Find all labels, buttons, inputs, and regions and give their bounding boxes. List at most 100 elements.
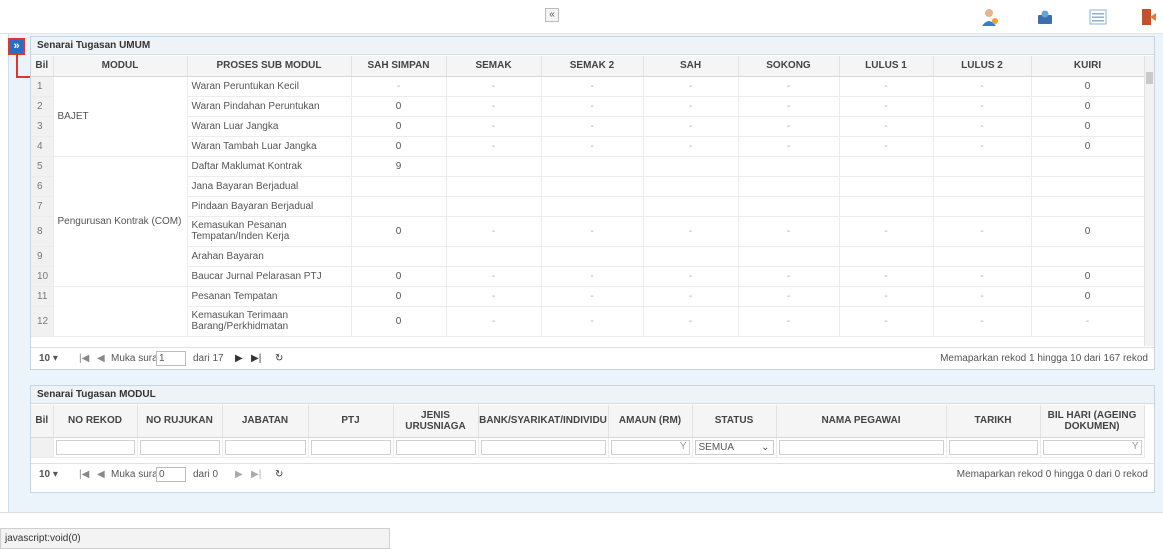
table-row[interactable]: 8 Kemasukan Pesanan Tempatan/Inden Kerja 0… xyxy=(31,216,1144,247)
table-row[interactable]: 9 Arahan Bayaran xyxy=(31,246,1144,267)
table-row[interactable]: 7 Pindaan Bayaran Berjadual xyxy=(31,196,1144,217)
col-header[interactable]: SAH SIMPAN xyxy=(351,56,447,77)
count-cell[interactable]: 0 xyxy=(351,266,447,287)
count-cell[interactable]: 0 xyxy=(351,286,447,307)
col-header[interactable]: NO REKOD xyxy=(53,405,138,438)
proses-cell[interactable]: Pesanan Tempatan xyxy=(187,286,352,307)
count-cell: - xyxy=(446,76,542,97)
col-header[interactable]: PTJ xyxy=(308,405,394,438)
col-header[interactable]: LULUS 2 xyxy=(933,56,1032,77)
count-cell[interactable]: 0 xyxy=(351,306,447,337)
filter-icon[interactable]: Y xyxy=(1132,441,1139,452)
table-row[interactable]: 1 BAJET Waran Peruntukan Kecil - - - - - - -0 xyxy=(31,76,1144,157)
col-header[interactable]: MODUL xyxy=(53,56,188,77)
proses-cell[interactable]: Waran Pindahan Peruntukan xyxy=(187,96,352,117)
table-row[interactable]: 2 Waran Pindahan Peruntukan 0- - - - - -0 xyxy=(31,96,1144,117)
col-header[interactable]: NAMA PEGAWAI xyxy=(776,405,947,438)
filter-jenis-urusniaga[interactable] xyxy=(395,439,476,455)
col-header[interactable]: SAH xyxy=(643,56,739,77)
page-size-select[interactable]: 10 ▾ xyxy=(39,353,58,364)
col-header[interactable]: SEMAK 2 xyxy=(541,56,644,77)
col-header[interactable]: KUIRI xyxy=(1031,56,1144,77)
count-cell[interactable]: 0 xyxy=(351,96,447,117)
table-row[interactable]: 6 Jana Bayaran Berjadual xyxy=(31,176,1144,197)
table-row[interactable]: 4 Waran Tambah Luar Jangka 0- - - - - -0 xyxy=(31,136,1144,157)
col-header[interactable]: BIL HARI (AGEING DOKUMEN) xyxy=(1040,405,1145,438)
scroll-thumb[interactable] xyxy=(1146,72,1153,84)
first-page-icon[interactable]: |◀ xyxy=(79,353,89,364)
proses-cell[interactable]: Pindaan Bayaran Berjadual xyxy=(187,196,352,217)
next-page-icon[interactable]: ▶ xyxy=(235,469,243,480)
count-cell[interactable]: 0 xyxy=(1031,286,1144,307)
filter-tarikh[interactable] xyxy=(948,439,1038,455)
last-page-icon[interactable]: ▶| xyxy=(251,469,261,480)
count-cell[interactable]: 0 xyxy=(1031,136,1144,157)
proses-cell[interactable]: Daftar Maklumat Kontrak xyxy=(187,156,352,177)
table-row[interactable]: 3 Waran Luar Jangka 0- - - - - -0 xyxy=(31,116,1144,137)
filter-bil-hari[interactable]: Y xyxy=(1042,439,1142,455)
count-cell[interactable]: 9 xyxy=(351,156,447,177)
next-page-icon[interactable]: ▶ xyxy=(235,353,243,364)
filter-bank[interactable] xyxy=(480,439,606,455)
col-header[interactable]: Bil xyxy=(31,405,54,438)
count-cell[interactable]: 0 xyxy=(1031,216,1144,247)
filter-jabatan[interactable] xyxy=(224,439,306,455)
table-row[interactable]: 11 Pesanan Tempatan 0- - - - - -0 xyxy=(31,286,1144,337)
count-cell xyxy=(839,246,934,267)
col-header[interactable]: AMAUN (RM) xyxy=(608,405,693,438)
count-cell[interactable]: 0 xyxy=(1031,116,1144,137)
col-header[interactable]: Bil xyxy=(31,56,54,77)
col-header[interactable]: NO RUJUKAN xyxy=(137,405,223,438)
col-header[interactable]: BANK/SYARIKAT/INDIVIDU xyxy=(478,405,609,438)
refresh-icon[interactable]: ↻ xyxy=(275,353,283,364)
proses-cell[interactable]: Waran Luar Jangka xyxy=(187,116,352,137)
proses-cell[interactable]: Arahan Bayaran xyxy=(187,246,352,267)
refresh-icon[interactable]: ↻ xyxy=(275,469,283,480)
expand-sidebar-button[interactable]: » xyxy=(8,38,25,55)
page-number-input[interactable]: 1 xyxy=(156,351,186,366)
table-row[interactable]: 5 Pengurusan Kontrak (COM) Daftar Maklumat… xyxy=(31,156,1144,287)
filter-icon[interactable]: Y xyxy=(680,441,687,452)
count-cell[interactable]: 0 xyxy=(1031,96,1144,117)
col-header[interactable]: LULUS 1 xyxy=(839,56,934,77)
proses-cell[interactable]: Waran Peruntukan Kecil xyxy=(187,76,352,97)
count-cell[interactable]: 0 xyxy=(351,116,447,137)
count-cell: - xyxy=(933,116,1032,137)
profile-icon[interactable] xyxy=(1035,7,1055,27)
count-cell[interactable]: 0 xyxy=(1031,76,1144,97)
col-header[interactable]: SOKONG xyxy=(738,56,840,77)
col-header[interactable]: STATUS xyxy=(692,405,777,438)
filter-no-rujukan[interactable] xyxy=(139,439,220,455)
count-cell[interactable]: 0 xyxy=(1031,266,1144,287)
page-number-input[interactable]: 0 xyxy=(156,467,186,482)
filter-nama-pegawai[interactable] xyxy=(778,439,944,455)
status-select[interactable]: SEMUA ⌄ xyxy=(694,439,774,455)
proses-cell[interactable]: Kemasukan Terimaan Barang/Perkhidmatan xyxy=(187,306,352,337)
filter-ptj[interactable] xyxy=(310,439,391,455)
first-page-icon[interactable]: |◀ xyxy=(79,469,89,480)
col-header[interactable]: JENIS URUSNIAGA xyxy=(393,405,479,438)
umum-scrollbar[interactable] xyxy=(1144,56,1154,346)
proses-cell[interactable]: Jana Bayaran Berjadual xyxy=(187,176,352,197)
col-header[interactable]: TARIKH xyxy=(946,405,1041,438)
filter-no-rekod[interactable] xyxy=(55,439,135,455)
col-header[interactable]: JABATAN xyxy=(222,405,309,438)
last-page-icon[interactable]: ▶| xyxy=(251,353,261,364)
prev-page-icon[interactable]: ◀ xyxy=(97,353,105,364)
proses-cell[interactable]: Waran Tambah Luar Jangka xyxy=(187,136,352,157)
col-header[interactable]: SEMAK xyxy=(446,56,542,77)
proses-cell[interactable]: Baucar Jurnal Pelarasan PTJ xyxy=(187,266,352,287)
list-icon[interactable] xyxy=(1088,7,1108,27)
page-size-select[interactable]: 10 ▾ xyxy=(39,469,58,480)
proses-cell[interactable]: Kemasukan Pesanan Tempatan/Inden Kerja xyxy=(187,216,352,247)
prev-page-icon[interactable]: ◀ xyxy=(97,469,105,480)
count-cell[interactable]: 0 xyxy=(351,136,447,157)
logout-icon[interactable] xyxy=(1138,7,1158,27)
table-row[interactable]: 12 Kemasukan Terimaan Barang/Perkhidmatan… xyxy=(31,306,1144,337)
collapse-header-button[interactable]: « xyxy=(545,8,559,22)
table-row[interactable]: 10 Baucar Jurnal Pelarasan PTJ 0- - - - - -0 xyxy=(31,266,1144,287)
count-cell[interactable]: 0 xyxy=(351,216,447,247)
col-header[interactable]: PROSES SUB MODUL xyxy=(187,56,352,77)
filter-amaun[interactable]: Y xyxy=(610,439,690,455)
user-settings-icon[interactable] xyxy=(980,7,1000,27)
